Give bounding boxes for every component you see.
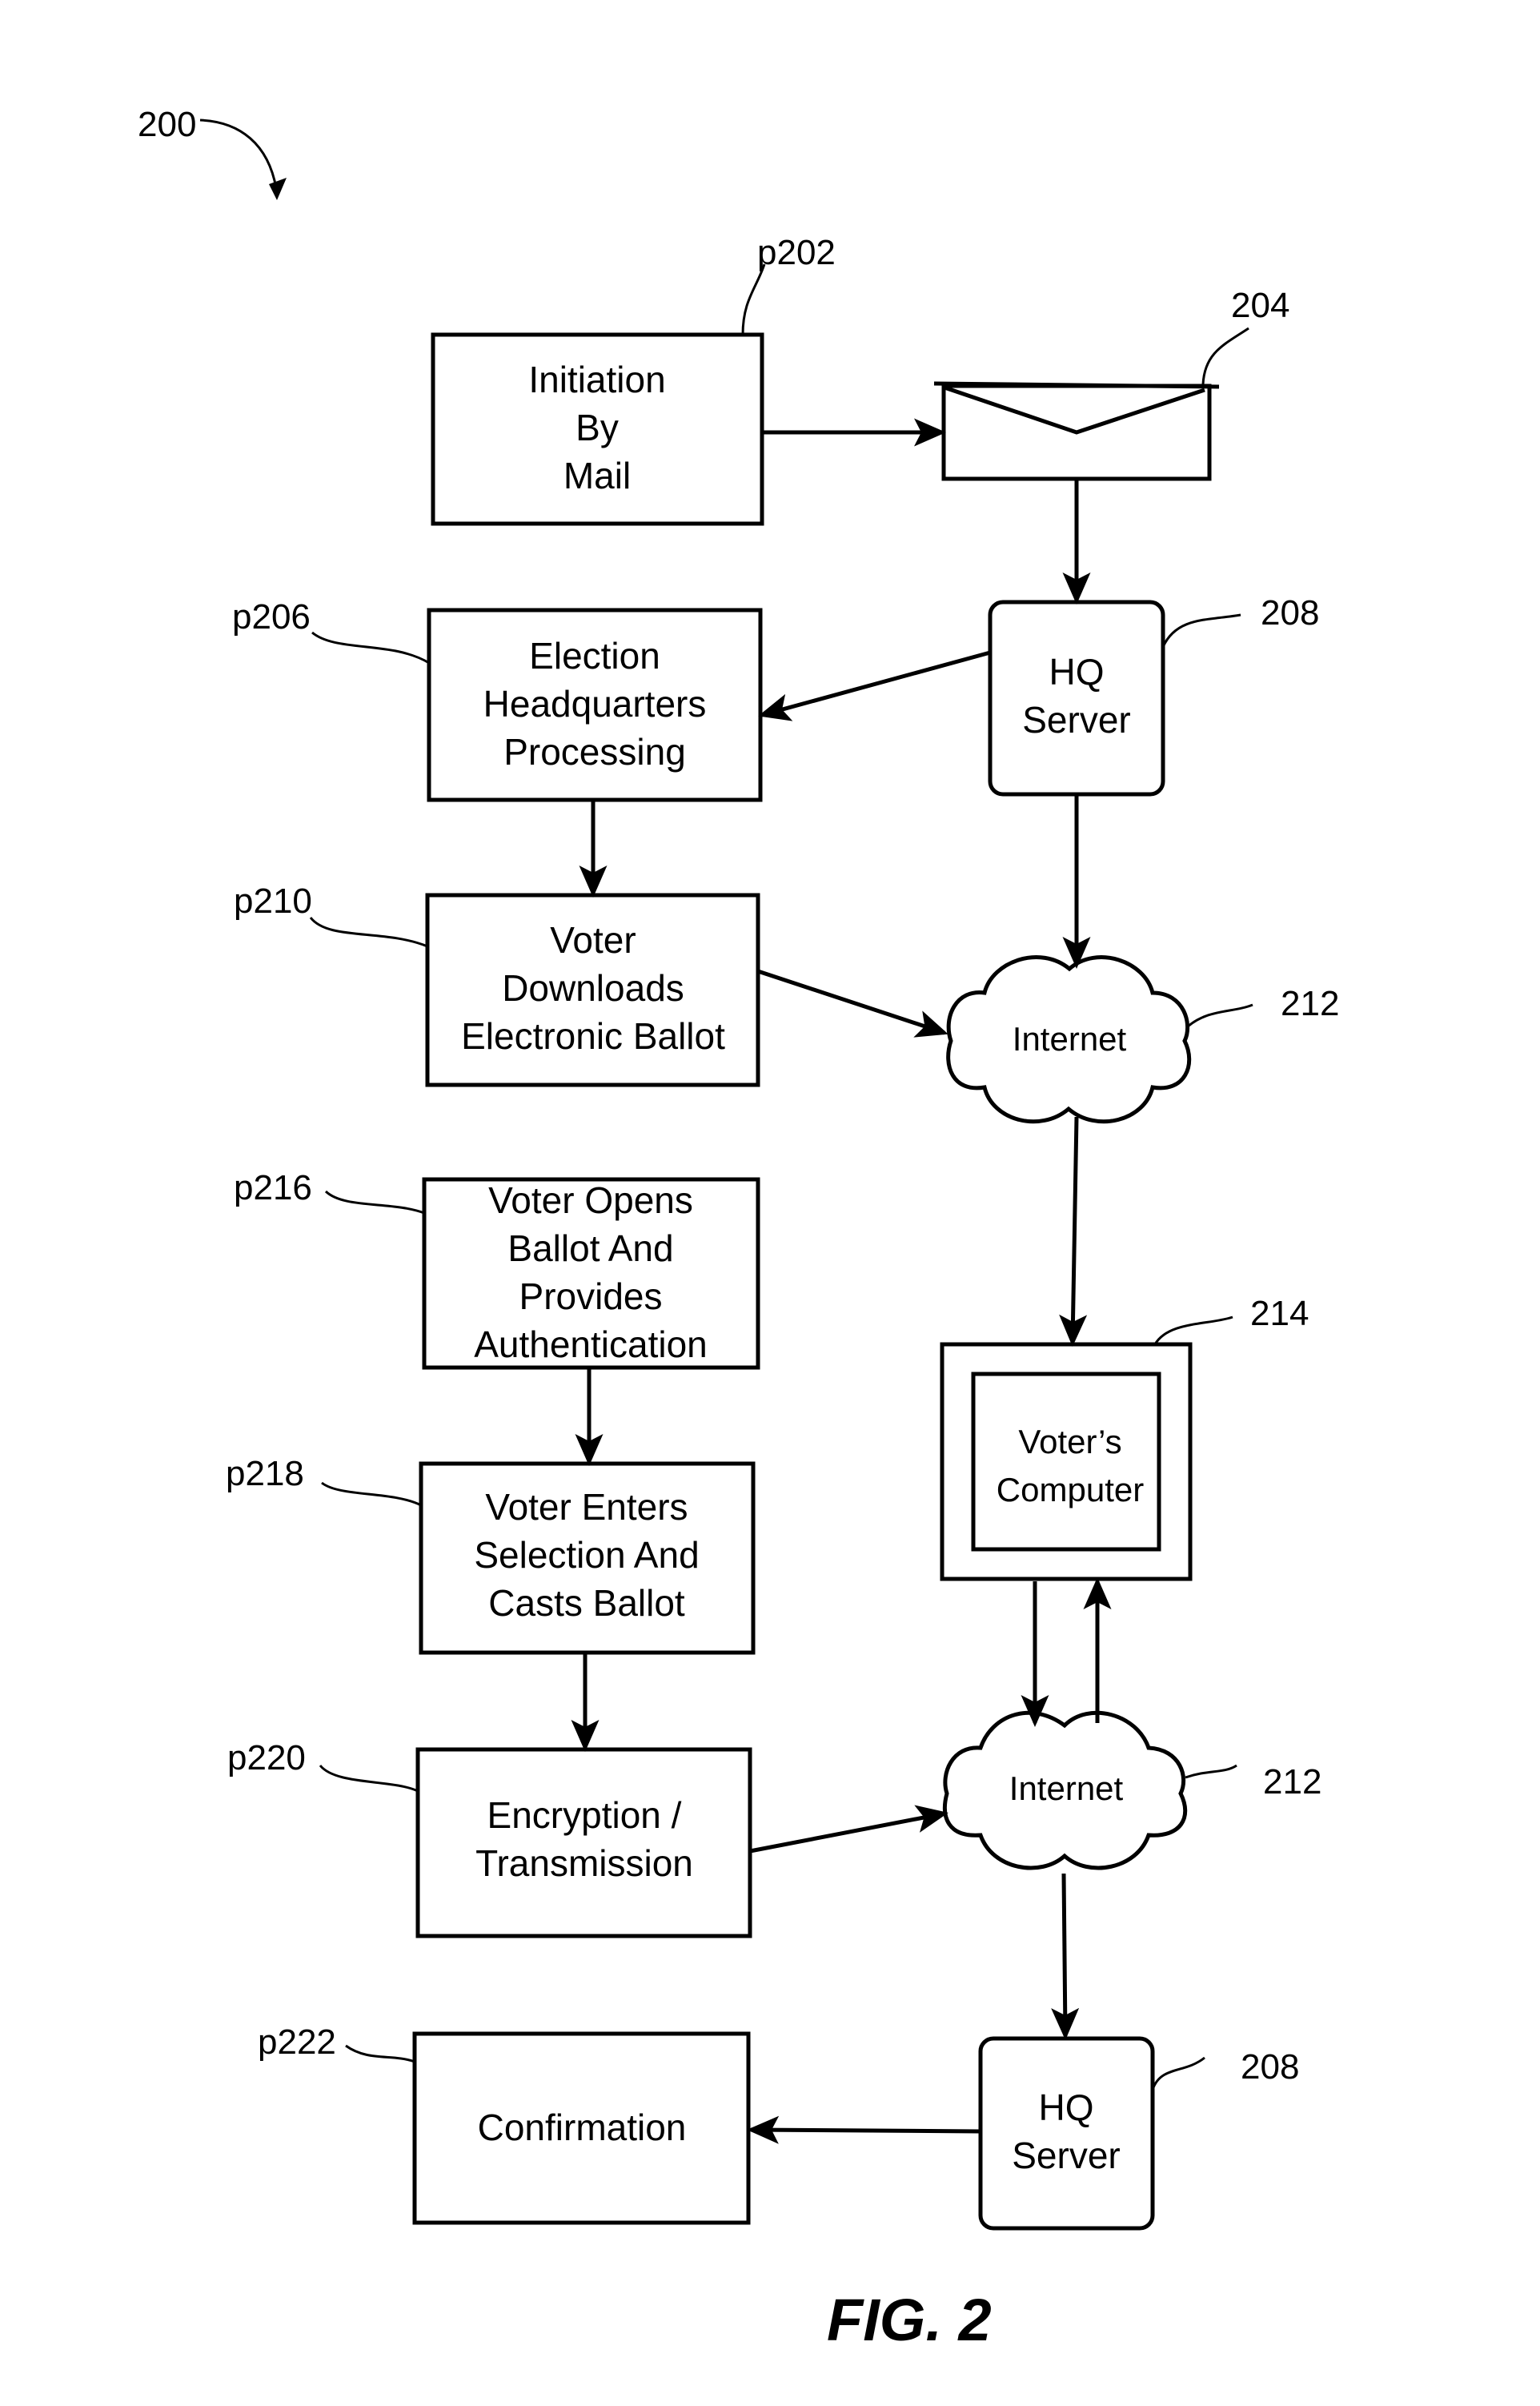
ref-label: p206 — [232, 597, 311, 637]
internet-cloud-bottom: Internet 212 — [942, 1710, 1321, 1870]
ref-label: p220 — [227, 1738, 306, 1777]
ref-label: p210 — [234, 882, 312, 921]
arrow-hq-server-to-processing — [758, 650, 991, 721]
internet-cloud-top: Internet 212 — [946, 955, 1339, 1124]
step-text-line: Provides — [519, 1275, 663, 1317]
voters-computer: Voter’s Computer 214 — [940, 1294, 1309, 1581]
arrow-internet-to-computer — [1059, 1116, 1088, 1347]
ref-label: p222 — [258, 2022, 336, 2062]
figure-pointer-line — [199, 118, 278, 189]
leader-line — [1187, 1003, 1253, 1028]
ref-label: p202 — [757, 233, 836, 272]
ref-label: 208 — [1241, 2047, 1299, 2087]
figure-caption: FIG. 2 — [827, 2287, 992, 2353]
arrow-download-to-internet — [757, 969, 948, 1038]
leader-line — [345, 2044, 415, 2063]
step-text-line: Downloads — [502, 967, 684, 1009]
computer-label-line: Computer — [997, 1471, 1144, 1508]
leader-line — [324, 1190, 425, 1215]
leader-line — [1185, 1764, 1237, 1779]
step-text-line: Electronic Ballot — [461, 1015, 725, 1057]
server-box — [988, 600, 1165, 797]
step-text-line: Transmission — [475, 1842, 693, 1884]
leader-line — [1201, 327, 1249, 385]
arrow-encryption-to-internet — [749, 1805, 948, 1854]
figure-pointer-arrowhead-icon — [269, 178, 287, 200]
step-text-line: Voter — [550, 919, 636, 961]
step-text-line: Voter Opens — [488, 1179, 693, 1221]
step-text-line: Voter Enters — [485, 1486, 688, 1528]
step-text-line: Election — [529, 635, 660, 677]
ref-label: 204 — [1231, 286, 1289, 325]
step-voter-downloads-ballot: Voter Downloads Electronic Ballot p210 — [234, 882, 760, 1087]
step-confirmation: Confirmation p222 — [258, 2022, 751, 2225]
step-text-line: Selection And — [474, 1534, 699, 1576]
arrow-hq-server-to-confirmation — [747, 2115, 981, 2144]
step-encryption-transmission: Encryption / Transmission p220 — [227, 1738, 752, 1938]
step-text-line: Encryption / — [487, 1794, 682, 1836]
hq-server-top: HQ Server 208 — [988, 593, 1319, 797]
computer-label-line: Voter’s — [1018, 1423, 1121, 1460]
mail-envelope: 204 — [933, 286, 1289, 481]
ref-label: 212 — [1281, 984, 1339, 1023]
step-text-line: Processing — [503, 731, 686, 773]
leader-line — [1153, 1315, 1233, 1345]
step-voter-opens-ballot: Voter Opens Ballot And Provides Authenti… — [234, 1168, 760, 1370]
leader-line — [1151, 2056, 1205, 2091]
figure-reference: 200 — [138, 105, 287, 200]
step-election-hq-processing: Election Headquarters Processing p206 — [232, 597, 763, 802]
leader-line — [741, 263, 766, 335]
server-label-line: HQ — [1049, 651, 1105, 693]
figure-number-label: 200 — [138, 105, 196, 144]
leader-line — [319, 1764, 419, 1793]
server-label-line: Server — [1022, 699, 1130, 741]
computer-screen — [971, 1372, 1161, 1552]
leader-line — [311, 631, 430, 665]
cloud-label: Internet — [1009, 1769, 1124, 1807]
ref-label: 212 — [1263, 1762, 1321, 1801]
ref-label: 208 — [1261, 593, 1319, 633]
cloud-label: Internet — [1013, 1020, 1127, 1058]
ref-label: p218 — [226, 1454, 304, 1493]
step-text-line: By — [575, 407, 619, 448]
hq-server-bottom: HQ Server 208 — [978, 2036, 1299, 2231]
server-label-line: HQ — [1039, 2087, 1094, 2128]
leader-line — [309, 917, 428, 948]
step-text-line: Casts Ballot — [488, 1582, 685, 1624]
step-text-line: Headquarters — [483, 683, 707, 725]
step-text-line: Authentication — [474, 1324, 708, 1365]
server-label-line: Server — [1012, 2135, 1120, 2176]
step-voter-enters-selection: Voter Enters Selection And Casts Ballot … — [226, 1454, 756, 1655]
step-text-line: Confirmation — [478, 2107, 687, 2148]
leader-line — [321, 1481, 422, 1507]
arrow-internet-to-hq-server — [1051, 1873, 1080, 2040]
step-text-line: Initiation — [528, 359, 665, 400]
step-text-line: Mail — [563, 455, 631, 496]
step-initiation-by-mail: Initiation By Mail p202 — [431, 233, 836, 526]
step-text-line: Ballot And — [507, 1227, 673, 1269]
flow-diagram: 200 Initiation By Mail p202 204 HQ Serve… — [138, 105, 1339, 2353]
ref-label: p216 — [234, 1168, 312, 1207]
leader-line — [1161, 613, 1241, 648]
ref-label: 214 — [1250, 1294, 1309, 1333]
server-box — [978, 2036, 1155, 2231]
